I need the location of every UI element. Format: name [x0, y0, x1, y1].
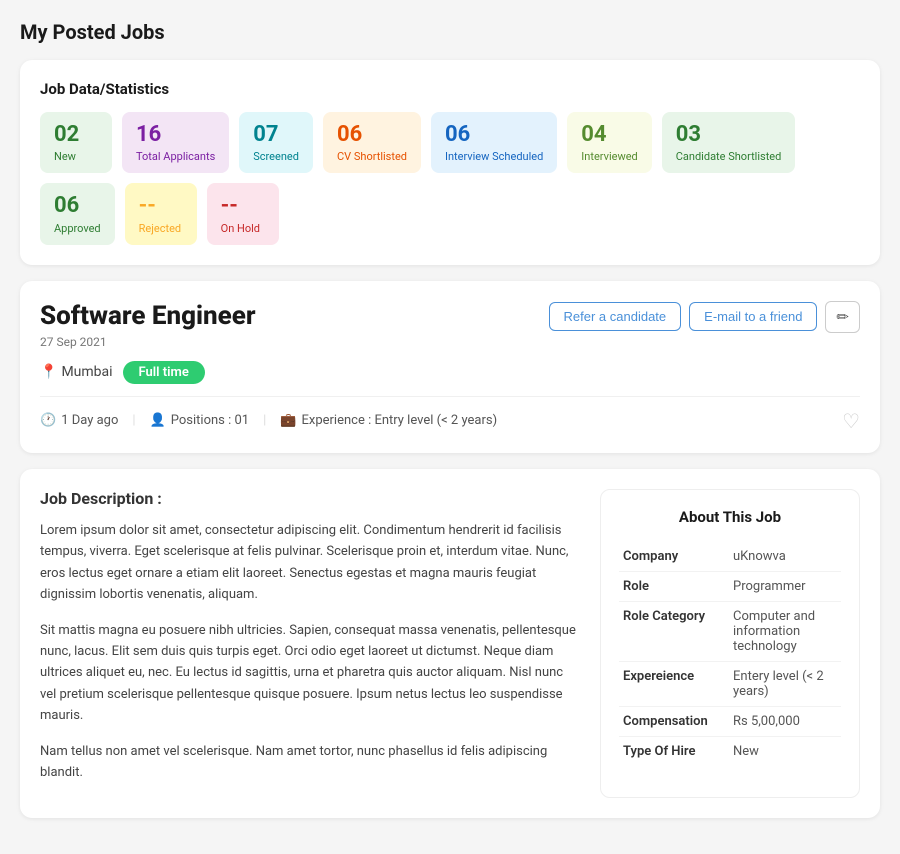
location-icon: 📍: [40, 364, 57, 380]
location-text: 📍 Mumbai: [40, 364, 113, 380]
job-date: 27 Sep 2021: [40, 335, 256, 349]
about-key: Compensation: [619, 706, 729, 736]
description-card: Job Description : Lorem ipsum dolor sit …: [20, 469, 880, 818]
about-key: Type Of Hire: [619, 736, 729, 766]
page-title: My Posted Jobs: [20, 20, 880, 44]
about-value: Programmer: [729, 571, 841, 601]
stat-number: 06: [337, 122, 407, 148]
edit-icon: ✏: [836, 309, 849, 326]
stats-title: Job Data/Statistics: [40, 80, 860, 98]
meta-separator-1: |: [132, 413, 135, 428]
email-friend-button[interactable]: E-mail to a friend: [689, 302, 817, 331]
job-title: Software Engineer: [40, 301, 256, 331]
stat-number: 03: [676, 122, 782, 148]
job-detail-card: Software Engineer 27 Sep 2021 Refer a ca…: [20, 281, 880, 453]
about-table-row: Compensation Rs 5,00,000: [619, 706, 841, 736]
job-actions: Refer a candidate E-mail to a friend ✏: [549, 301, 860, 333]
stat-number: 06: [445, 122, 543, 148]
about-key: Company: [619, 542, 729, 572]
favorite-button[interactable]: ♡: [842, 409, 860, 433]
about-value: Entery level (< 2 years): [729, 661, 841, 706]
stat-number: 06: [54, 193, 101, 219]
experience: 💼 Experience : Entry level (< 2 years): [280, 413, 497, 428]
about-job-aside: About This Job Company uKnowva Role Prog…: [600, 489, 860, 798]
desc-paragraph: Nam tellus non amet vel scelerisque. Nam…: [40, 741, 580, 784]
stat-number: --: [139, 193, 183, 219]
stat-number: --: [221, 193, 265, 219]
refer-candidate-button[interactable]: Refer a candidate: [549, 302, 682, 331]
stat-label: Screened: [253, 150, 299, 163]
stat-box[interactable]: 06 Approved: [40, 183, 115, 244]
desc-main: Job Description : Lorem ipsum dolor sit …: [40, 489, 580, 798]
desc-paragraph: Lorem ipsum dolor sit amet, consectetur …: [40, 520, 580, 606]
stat-box[interactable]: -- Rejected: [125, 183, 197, 244]
about-key: Role Category: [619, 601, 729, 661]
about-table-row: Expereience Entery level (< 2 years): [619, 661, 841, 706]
stat-label: Total Applicants: [136, 150, 215, 163]
stat-number: 04: [581, 122, 637, 148]
about-key: Expereience: [619, 661, 729, 706]
stat-box[interactable]: 03 Candidate Shortlisted: [662, 112, 796, 173]
about-title: About This Job: [619, 508, 841, 526]
stat-label: Candidate Shortlisted: [676, 150, 782, 163]
about-table-row: Company uKnowva: [619, 542, 841, 572]
about-value: Computer and information technology: [729, 601, 841, 661]
stat-number: 16: [136, 122, 215, 148]
about-table: Company uKnowva Role Programmer Role Cat…: [619, 542, 841, 766]
desc-layout: Job Description : Lorem ipsum dolor sit …: [40, 489, 860, 798]
about-key: Role: [619, 571, 729, 601]
stat-box[interactable]: -- On Hold: [207, 183, 279, 244]
meta-separator-2: |: [263, 413, 266, 428]
location-row: 📍 Mumbai Full time: [40, 361, 860, 384]
person-icon: 👤: [150, 413, 166, 428]
job-type-badge: Full time: [123, 361, 205, 384]
stat-label: CV Shortlisted: [337, 150, 407, 163]
stat-label: Approved: [54, 222, 101, 235]
about-value: New: [729, 736, 841, 766]
stat-box[interactable]: 16 Total Applicants: [122, 112, 229, 173]
briefcase-icon: 💼: [280, 413, 296, 428]
stat-box[interactable]: 06 CV Shortlisted: [323, 112, 421, 173]
about-value: Rs 5,00,000: [729, 706, 841, 736]
stat-number: 07: [253, 122, 299, 148]
stat-label: Interviewed: [581, 150, 637, 163]
meta-row: 🕐 1 Day ago | 👤 Positions : 01 | 💼 Exper…: [40, 396, 860, 433]
desc-section-title: Job Description :: [40, 489, 580, 508]
stats-card: Job Data/Statistics 02 New 16 Total Appl…: [20, 60, 880, 265]
about-table-row: Role Category Computer and information t…: [619, 601, 841, 661]
stat-box[interactable]: 02 New: [40, 112, 112, 173]
stat-label: Interview Scheduled: [445, 150, 543, 163]
about-table-row: Type Of Hire New: [619, 736, 841, 766]
stat-label: On Hold: [221, 222, 265, 235]
stats-grid: 02 New 16 Total Applicants 07 Screened 0…: [40, 112, 860, 245]
time-ago: 🕐 1 Day ago: [40, 413, 118, 428]
desc-paragraphs: Lorem ipsum dolor sit amet, consectetur …: [40, 520, 580, 784]
job-header: Software Engineer 27 Sep 2021 Refer a ca…: [40, 301, 860, 349]
stat-box[interactable]: 07 Screened: [239, 112, 313, 173]
about-table-row: Role Programmer: [619, 571, 841, 601]
clock-icon: 🕐: [40, 413, 56, 428]
positions: 👤 Positions : 01: [150, 413, 250, 428]
edit-job-button[interactable]: ✏: [825, 301, 860, 333]
stat-label: New: [54, 150, 98, 163]
stat-box[interactable]: 06 Interview Scheduled: [431, 112, 557, 173]
stat-box[interactable]: 04 Interviewed: [567, 112, 651, 173]
stat-label: Rejected: [139, 222, 183, 235]
job-title-block: Software Engineer 27 Sep 2021: [40, 301, 256, 349]
about-value: uKnowva: [729, 542, 841, 572]
desc-paragraph: Sit mattis magna eu posuere nibh ultrici…: [40, 620, 580, 727]
stat-number: 02: [54, 122, 98, 148]
